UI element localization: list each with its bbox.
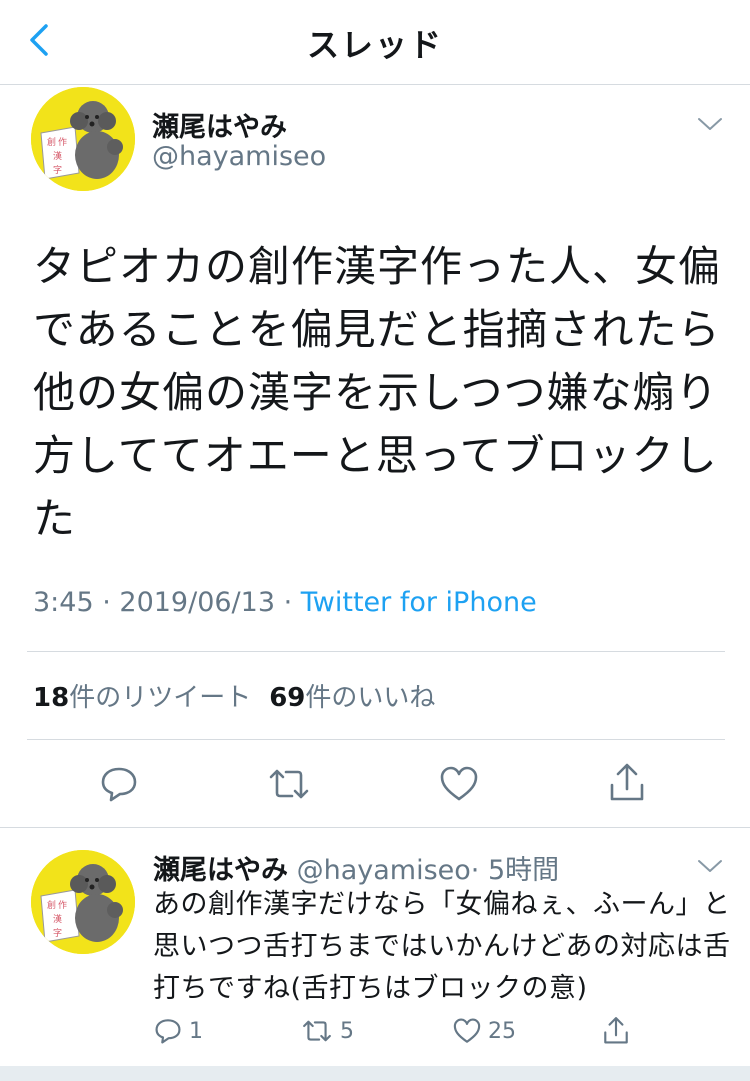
meta-separator: ·	[275, 587, 301, 618]
reply-time: · 5時間	[470, 855, 560, 886]
like-count: 69	[269, 683, 306, 713]
like-icon	[453, 1018, 481, 1043]
meta-separator: ·	[93, 587, 120, 618]
avatar-dog-illustration: 創 作 漢 字	[31, 850, 135, 954]
svg-text:創: 創	[47, 899, 56, 911]
reply-reply-button[interactable]: 1	[153, 1014, 203, 1048]
user-handle[interactable]: @hayamiseo	[152, 141, 326, 172]
reply-icon	[101, 767, 137, 802]
like-icon	[440, 766, 478, 801]
share-icon	[610, 763, 644, 801]
avatar-dog-illustration: 創 作 漢 字	[31, 87, 135, 191]
chevron-down-icon	[698, 118, 722, 130]
svg-text:字: 字	[53, 927, 62, 939]
chevron-down-icon	[698, 860, 722, 872]
divider	[27, 651, 725, 652]
svg-text:字: 字	[53, 164, 62, 176]
divider	[27, 739, 725, 740]
tweet-text: タピオカの創作漢字作った人、女偏であることを偏見だと指摘されたら他の女偏の漢字を…	[33, 242, 722, 543]
retweet-count: 18	[33, 683, 70, 713]
reply-menu-button[interactable]	[696, 857, 724, 875]
likes-count-link[interactable]: 69件のいいね	[269, 683, 435, 713]
reply-retweet-count: 5	[340, 1018, 354, 1044]
retweet-label: 件のリツイート	[69, 683, 252, 713]
retweet-icon	[269, 769, 309, 799]
tweet-time: 3:45	[33, 587, 94, 618]
share-icon	[604, 1017, 628, 1044]
reply-header: 瀬尾はやみ @hayamiseo· 5時間	[153, 848, 559, 887]
retweet-button[interactable]	[266, 763, 312, 805]
retweets-count-link[interactable]: 18件のリツイート	[33, 683, 251, 713]
engagement-counts: 18件のリツイート 69件のいいね	[33, 677, 435, 714]
svg-text:作: 作	[58, 136, 67, 148]
svg-text:漢: 漢	[53, 150, 62, 162]
reply-like-count: 25	[488, 1018, 516, 1044]
tweet-meta: 3:45 · 2019/06/13 · Twitter for iPhone	[33, 587, 537, 618]
divider	[0, 827, 750, 828]
tweet-source-link[interactable]: Twitter for iPhone	[301, 587, 537, 618]
avatar[interactable]: 創 作 漢 字	[31, 87, 135, 191]
reply-retweet-button[interactable]: 5	[300, 1014, 354, 1048]
svg-text:創: 創	[47, 136, 56, 148]
bottom-separator	[0, 1066, 750, 1081]
reply-display-name[interactable]: 瀬尾はやみ	[153, 855, 288, 886]
share-button[interactable]	[606, 761, 648, 805]
reply-text: あの創作漢字だけなら「女偏ねぇ、ふーん」と思いつつ舌打ちまではいかんけどあの対応…	[153, 889, 731, 1004]
reply-button[interactable]	[98, 763, 140, 805]
reply-reply-count: 1	[189, 1018, 203, 1044]
reply-handle[interactable]: @hayamiseo	[297, 855, 471, 886]
tweet-menu-button[interactable]	[696, 115, 724, 133]
svg-text:作: 作	[58, 899, 67, 911]
like-button[interactable]	[438, 763, 480, 805]
reply-avatar[interactable]: 創 作 漢 字	[31, 850, 135, 954]
page-title: スレッド	[306, 26, 443, 64]
reply-icon	[155, 1019, 181, 1044]
svg-text:漢: 漢	[53, 913, 62, 925]
display-name[interactable]: 瀬尾はやみ	[152, 105, 287, 144]
tweet-date: 2019/06/13	[119, 587, 276, 618]
retweet-icon	[303, 1020, 331, 1042]
reply-like-button[interactable]: 25	[452, 1014, 516, 1048]
like-label: 件のいいね	[305, 683, 436, 713]
reply-share-button[interactable]	[601, 1014, 631, 1048]
nav-bar: スレッド	[0, 0, 750, 85]
